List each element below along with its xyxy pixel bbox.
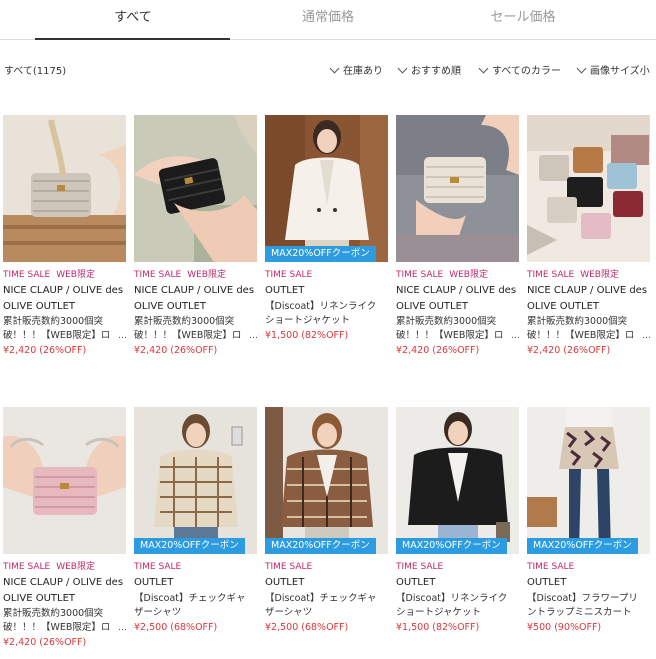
product-brand: NICE CLAUP / OLIVE des OLIVE OUTLET <box>527 285 648 312</box>
product-image[interactable]: MAX20%OFFクーポン <box>265 407 388 554</box>
product-image[interactable]: MAX20%OFFクーポン <box>134 407 257 554</box>
product-price: ¥2,500 (68%OFF) <box>265 622 349 633</box>
active-tab-indicator <box>35 38 230 40</box>
product-price: ¥2,500 (68%OFF) <box>134 622 218 633</box>
tab-regular-price[interactable]: 通常価格 <box>230 6 426 25</box>
product-brand: OUTLET <box>265 285 305 296</box>
web-limited-tag: WEB限定 <box>187 270 226 280</box>
product-price: ¥2,420 (26%OFF) <box>3 345 87 356</box>
product-title: 累計販売数約3000個突破！！！【WEB限定】ロ… <box>134 316 258 341</box>
product-image[interactable]: MAX20%OFFクーポン <box>527 407 650 554</box>
time-sale-tag: TIME SALE <box>3 562 51 572</box>
image-size-dropdown[interactable]: 画像サイズ小 <box>576 62 650 77</box>
time-sale-tag: TIME SALE <box>134 562 182 572</box>
product-image[interactable]: MAX20%OFFクーポン <box>396 407 519 554</box>
product-price: ¥2,420 (26%OFF) <box>3 637 87 648</box>
time-sale-tag: TIME SALE <box>134 270 182 280</box>
web-limited-tag: WEB限定 <box>56 562 95 572</box>
time-sale-tag: TIME SALE <box>265 270 313 280</box>
product-image[interactable] <box>3 115 126 262</box>
chevron-down-icon <box>478 63 489 74</box>
tab-sale-price[interactable]: セール価格 <box>425 6 621 25</box>
tab-all[interactable]: すべて <box>35 6 231 25</box>
color-dropdown[interactable]: すべてのカラー <box>478 62 561 77</box>
product-title: 【Discoat】フラワープリントラップミニスカート <box>527 593 638 618</box>
time-sale-tag: TIME SALE <box>396 562 444 572</box>
product-price: ¥1,500 (82%OFF) <box>396 622 480 633</box>
product-title: 累計販売数約3000個突破！！！【WEB限定】ロ… <box>3 608 127 633</box>
product-brand: NICE CLAUP / OLIVE des OLIVE OUTLET <box>134 285 255 312</box>
coupon-badge: MAX20%OFFクーポン <box>527 538 638 554</box>
product-price: ¥2,420 (26%OFF) <box>134 345 218 356</box>
coupon-badge: MAX20%OFFクーポン <box>265 246 376 262</box>
product-brand: OUTLET <box>527 577 567 588</box>
coupon-badge: MAX20%OFFクーポン <box>134 538 245 554</box>
product-title: 【Discoat】リネンライクショートジャケット <box>396 593 508 618</box>
time-sale-tag: TIME SALE <box>3 270 51 280</box>
result-count: すべて(1175) <box>4 66 67 77</box>
chevron-down-icon <box>329 63 340 74</box>
product-price: ¥2,420 (26%OFF) <box>527 345 611 356</box>
product-image[interactable] <box>527 115 650 262</box>
product-brand: NICE CLAUP / OLIVE des OLIVE OUTLET <box>3 577 124 604</box>
coupon-badge: MAX20%OFFクーポン <box>396 538 507 554</box>
chevron-down-icon <box>397 63 408 74</box>
web-limited-tag: WEB限定 <box>56 270 95 280</box>
web-limited-tag: WEB限定 <box>449 270 488 280</box>
tab-bar: すべて 通常価格 セール価格 <box>0 0 656 40</box>
product-title: 【Discoat】チェックギャザーシャツ <box>265 593 377 618</box>
product-brand: NICE CLAUP / OLIVE des OLIVE OUTLET <box>3 285 124 312</box>
product-title: 累計販売数約3000個突破！！！【WEB限定】ロ… <box>527 316 651 341</box>
product-image[interactable] <box>3 407 126 554</box>
product-image[interactable] <box>134 115 257 262</box>
product-brand: OUTLET <box>396 577 436 588</box>
filter-in-stock[interactable]: 在庫あり <box>329 62 383 77</box>
time-sale-tag: TIME SALE <box>527 562 575 572</box>
product-title: 【Discoat】リネンライクショートジャケット <box>265 301 377 326</box>
product-price: ¥2,420 (26%OFF) <box>396 345 480 356</box>
product-title: 【Discoat】チェックギャザーシャツ <box>134 593 246 618</box>
web-limited-tag: WEB限定 <box>580 270 619 280</box>
sort-dropdown[interactable]: おすすめ順 <box>397 62 461 77</box>
chevron-down-icon <box>576 63 587 74</box>
coupon-badge: MAX20%OFFクーポン <box>265 538 376 554</box>
product-title: 累計販売数約3000個突破！！！【WEB限定】ロ… <box>3 316 127 341</box>
time-sale-tag: TIME SALE <box>265 562 313 572</box>
product-image[interactable] <box>396 115 519 262</box>
product-price: ¥500 (90%OFF) <box>527 622 602 633</box>
product-brand: NICE CLAUP / OLIVE des OLIVE OUTLET <box>396 285 517 312</box>
time-sale-tag: TIME SALE <box>527 270 575 280</box>
product-title: 累計販売数約3000個突破！！！【WEB限定】ロ… <box>396 316 520 341</box>
product-image[interactable]: MAX20%OFFクーポン <box>265 115 388 262</box>
time-sale-tag: TIME SALE <box>396 270 444 280</box>
product-brand: OUTLET <box>134 577 174 588</box>
product-price: ¥1,500 (82%OFF) <box>265 330 349 341</box>
product-brand: OUTLET <box>265 577 305 588</box>
